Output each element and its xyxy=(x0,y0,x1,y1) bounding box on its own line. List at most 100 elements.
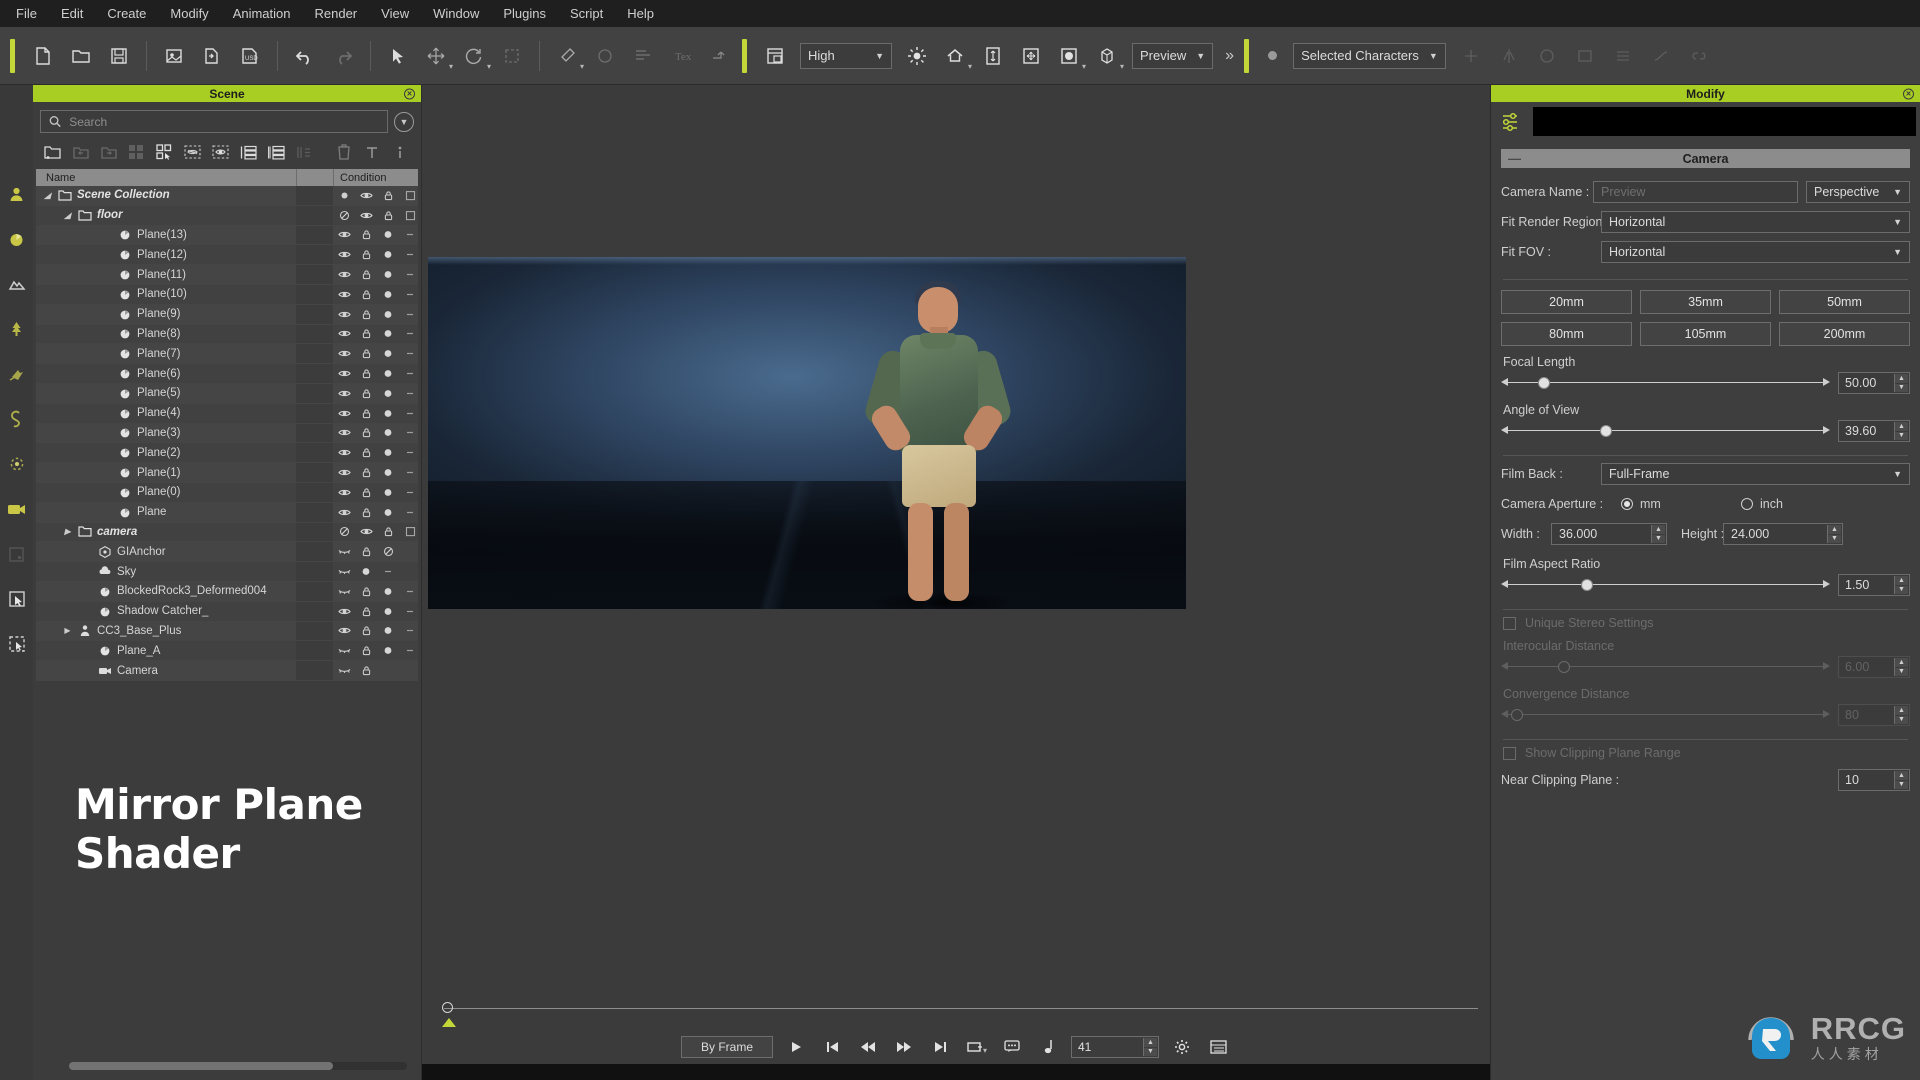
lock-icon[interactable] xyxy=(360,624,373,637)
sphere-icon[interactable] xyxy=(382,228,395,241)
eye-icon[interactable] xyxy=(338,407,351,420)
chevron-down-icon[interactable]: ▾ xyxy=(449,62,453,71)
home-icon[interactable]: ▾ xyxy=(936,37,974,75)
eye-icon[interactable] xyxy=(338,228,351,241)
menu-item-animation[interactable]: Animation xyxy=(221,3,303,24)
comment-icon[interactable] xyxy=(999,1035,1025,1059)
lock-icon[interactable] xyxy=(360,466,373,479)
film-aspect-slider-handle[interactable] xyxy=(1580,579,1593,591)
near-clipping-plane-field[interactable]: 10 ▲ ▼ xyxy=(1838,769,1910,791)
sphere-icon[interactable] xyxy=(382,605,395,618)
playback-mode-button[interactable]: By Frame xyxy=(681,1036,773,1058)
viewport[interactable]: By Frame ▾ 41 ▲ ▼ xyxy=(422,85,1490,1080)
menu-item-file[interactable]: File xyxy=(4,3,49,24)
search-input[interactable] xyxy=(69,114,379,129)
unique-stereo-checkbox[interactable] xyxy=(1503,616,1516,630)
radio-mm-icon[interactable] xyxy=(1621,498,1633,510)
export-icon[interactable] xyxy=(193,37,231,75)
dash-icon[interactable] xyxy=(404,624,417,637)
aperture-height-field[interactable]: 24.000 ▲ ▼ xyxy=(1723,523,1843,545)
show-clipping-plane-checkbox[interactable] xyxy=(1503,746,1516,760)
lock-icon[interactable] xyxy=(360,506,373,519)
layout-icon[interactable] xyxy=(756,37,794,75)
dash-icon[interactable] xyxy=(404,407,417,420)
tree-row[interactable]: Plane(12) xyxy=(36,245,418,266)
lock-icon[interactable] xyxy=(360,664,373,677)
menu-item-render[interactable]: Render xyxy=(303,3,370,24)
dash-icon[interactable] xyxy=(404,466,417,479)
lock-icon[interactable] xyxy=(360,367,373,380)
sphere-icon[interactable] xyxy=(382,426,395,439)
preview-select[interactable]: Preview ▼ xyxy=(1132,42,1214,69)
tree-row[interactable]: BlockedRock3_Deformed004 xyxy=(36,581,418,602)
sphere-icon[interactable] xyxy=(360,565,373,578)
tree-row[interactable]: Plane(8) xyxy=(36,324,418,345)
lock-icon[interactable] xyxy=(360,486,373,499)
dash-icon[interactable] xyxy=(382,565,395,578)
film-aspect-stepper[interactable]: ▲ ▼ xyxy=(1894,576,1908,594)
menu-item-modify[interactable]: Modify xyxy=(158,3,220,24)
move-icon[interactable]: ▾ xyxy=(417,37,455,75)
camera-section-header[interactable]: — Camera xyxy=(1501,149,1910,168)
unique-stereo-row[interactable]: Unique Stereo Settings xyxy=(1503,616,1910,630)
tree-row[interactable]: Plane(13) xyxy=(36,225,418,246)
box-icon[interactable] xyxy=(404,525,417,538)
lock-icon[interactable] xyxy=(360,327,373,340)
lock-icon[interactable] xyxy=(360,308,373,321)
menu-item-help[interactable]: Help xyxy=(615,3,666,24)
tree-row[interactable]: Plane xyxy=(36,502,418,523)
eye-icon[interactable] xyxy=(338,347,351,360)
height-stepper[interactable]: ▲ ▼ xyxy=(1827,525,1841,543)
new-file-icon[interactable] xyxy=(24,37,62,75)
sliders-icon[interactable] xyxy=(1495,107,1529,136)
box-icon[interactable]: ▾ xyxy=(1088,37,1126,75)
tree-row[interactable]: Plane(4) xyxy=(36,403,418,424)
list-tool-icon[interactable] xyxy=(1604,37,1642,75)
import-image-icon[interactable] xyxy=(155,37,193,75)
tree-twisty-icon[interactable]: ▶ xyxy=(62,527,73,536)
lock-icon[interactable] xyxy=(360,248,373,261)
tree-row[interactable]: ◢ floor xyxy=(36,205,418,226)
sphere-icon[interactable] xyxy=(382,486,395,499)
sphere-icon[interactable] xyxy=(382,506,395,519)
eyeoff-icon[interactable] xyxy=(338,644,351,657)
eye-icon[interactable] xyxy=(360,525,373,538)
tree-row[interactable]: Plane(0) xyxy=(36,482,418,503)
dash-icon[interactable] xyxy=(404,327,417,340)
transform-icon[interactable] xyxy=(700,37,738,75)
eye-icon[interactable] xyxy=(338,506,351,519)
chevron-down-icon-box[interactable]: ▾ xyxy=(1120,62,1124,71)
menu-item-script[interactable]: Script xyxy=(558,3,615,24)
select-group-icon[interactable] xyxy=(151,141,177,163)
jump-to-start-icon[interactable] xyxy=(819,1035,845,1059)
fit-fov-select[interactable]: Horizontal ▼ xyxy=(1601,241,1910,263)
focal-length-slider-handle[interactable] xyxy=(1537,377,1550,389)
step-back-icon[interactable] xyxy=(855,1035,881,1059)
timeline-marker-icon[interactable] xyxy=(442,1018,456,1027)
show-clipping-plane-row[interactable]: Show Clipping Plane Range xyxy=(1503,746,1910,760)
character-icon[interactable] xyxy=(0,180,33,208)
terrain-icon[interactable] xyxy=(0,270,33,298)
face-tool-icon[interactable] xyxy=(1528,37,1566,75)
select-arrow-icon[interactable] xyxy=(379,37,417,75)
timeline-playhead[interactable] xyxy=(442,1002,453,1013)
tree-row[interactable]: ▶ camera xyxy=(36,522,418,543)
tree-row[interactable]: Camera xyxy=(36,661,418,681)
tree-row[interactable]: Plane(6) xyxy=(36,364,418,384)
eye-icon[interactable] xyxy=(360,209,373,222)
dash-icon[interactable] xyxy=(404,585,417,598)
tree-row[interactable]: Plane(1) xyxy=(36,463,418,483)
sphere-icon[interactable] xyxy=(382,446,395,459)
tree-row[interactable]: ▶ CC3_Base_Plus xyxy=(36,621,418,642)
no-icon[interactable] xyxy=(382,545,395,558)
scene-search-box[interactable] xyxy=(40,110,388,133)
aperture-unit-inch-option[interactable]: inch xyxy=(1741,497,1783,511)
sphere-icon[interactable] xyxy=(382,466,395,479)
no-icon[interactable] xyxy=(338,209,351,222)
sphere-icon[interactable] xyxy=(382,268,395,281)
dash-icon[interactable] xyxy=(404,268,417,281)
tree-twisty-icon[interactable]: ▶ xyxy=(62,626,73,635)
angle-of-view-slider[interactable] xyxy=(1501,422,1830,440)
focal-preset-20mm[interactable]: 20mm xyxy=(1501,290,1632,314)
text-icon[interactable]: Text xyxy=(662,37,700,75)
